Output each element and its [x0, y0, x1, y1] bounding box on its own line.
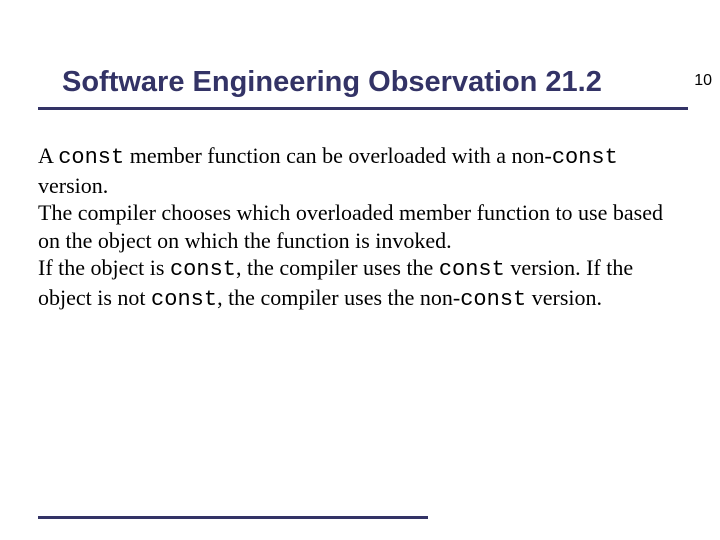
- body-text-fragment: version.: [38, 173, 108, 198]
- body-text-fragment: If the object is: [38, 255, 170, 280]
- keyword-const: const: [58, 145, 124, 170]
- keyword-const: const: [552, 145, 618, 170]
- keyword-const: const: [151, 287, 217, 312]
- body-text-fragment: , the compiler uses the non-: [217, 285, 460, 310]
- page-number: 10: [694, 72, 712, 90]
- body-text-fragment: version.: [526, 285, 602, 310]
- keyword-const: const: [439, 257, 505, 282]
- body-text-fragment: , the compiler uses the: [236, 255, 439, 280]
- body-text-fragment: member function can be overloaded with a…: [124, 143, 552, 168]
- body-text-fragment: The compiler chooses which overloaded me…: [38, 200, 663, 253]
- slide-title: Software Engineering Observation 21.2: [62, 66, 720, 99]
- bottom-rule: [38, 516, 428, 519]
- body-text-fragment: A: [38, 143, 58, 168]
- slide-body: A const member function can be overloade…: [38, 142, 682, 313]
- keyword-const: const: [460, 287, 526, 312]
- keyword-const: const: [170, 257, 236, 282]
- title-underline: [38, 107, 688, 110]
